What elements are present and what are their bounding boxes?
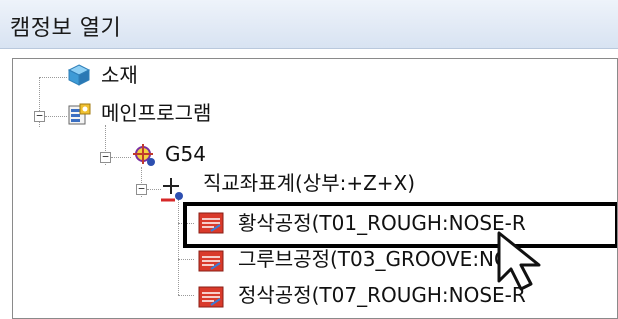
tree-item-label: 그루브공정(T03_GROOVE:NOS [238,247,523,271]
tree-item-coordinate-system[interactable]: 직교좌표계(상부:+Z+X) [159,171,489,204]
program-icon [68,103,91,125]
work-offset-icon [133,144,155,166]
cam-tree-panel[interactable]: 소재 − 메인프로그램 − G54 − 직교좌표계(상부:+Z+X) 황삭공정(… [12,58,618,319]
cube-icon [67,64,91,86]
window-titlebar: 캠정보 열기 [0,0,618,49]
tree-line [178,199,179,295]
tree-line [178,259,194,260]
tree-line [39,77,67,78]
collapse-toggle[interactable]: − [34,110,45,122]
window-title: 캠정보 열기 [10,16,122,41]
collapse-toggle[interactable]: − [100,151,111,163]
operation-icon [198,250,224,272]
mouse-pointer-icon [497,231,541,291]
tree-item-material[interactable]: 소재 [67,63,267,93]
tree-line [45,116,67,117]
tree-item-label: 직교좌표계(상부:+Z+X) [203,171,416,195]
tree-line [111,157,131,158]
tree-line [178,295,194,296]
tree-item-label: 메인프로그램 [101,101,212,125]
collapse-toggle[interactable]: − [136,183,147,195]
operation-icon [198,286,224,308]
tree-item-main-program[interactable]: 메인프로그램 [67,101,287,131]
tree-item-label: 소재 [101,63,138,87]
coordinate-axes-icon [161,178,183,202]
tree-item-g54[interactable]: G54 [131,142,251,172]
tree-item-label: 정삭공정(T07_ROUGH:NOSE-R [238,283,526,307]
tree-item-label: G54 [165,142,206,166]
